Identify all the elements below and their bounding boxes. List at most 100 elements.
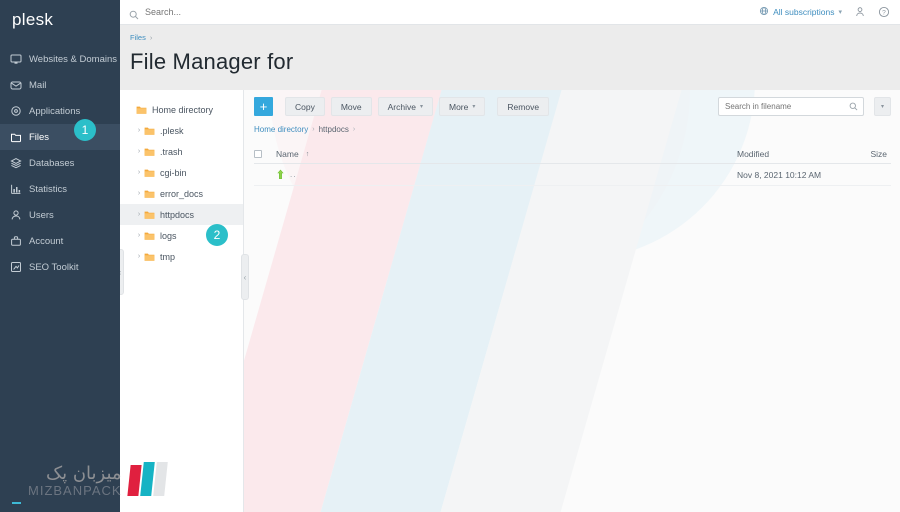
- more-button-label: More: [449, 101, 469, 112]
- tree-expander[interactable]: ›: [134, 232, 144, 239]
- sidebar-item-applications[interactable]: Applications: [0, 98, 120, 124]
- tree-item-label: cgi-bin: [160, 167, 187, 178]
- tree-expander[interactable]: ›: [134, 148, 144, 155]
- path-crumb-home[interactable]: Home directory: [254, 125, 308, 134]
- chevron-down-icon: ▾: [838, 9, 842, 16]
- tree-item-tmp[interactable]: › tmp: [120, 246, 243, 267]
- tree-expander[interactable]: ›: [134, 169, 144, 176]
- remove-button-label: Remove: [507, 101, 540, 112]
- sidebar-item-label: Statistics: [29, 183, 68, 195]
- applications-icon: [10, 105, 22, 117]
- sidebar-item-statistics[interactable]: Statistics: [0, 176, 120, 202]
- sidebar-item-label: Websites & Domains: [29, 53, 117, 65]
- tree-expander[interactable]: ›: [134, 190, 144, 197]
- directory-tree-panel: Home directory › .plesk › .trash › cgi-b…: [120, 90, 244, 512]
- column-header-size[interactable]: Size: [849, 149, 891, 159]
- tree-item-trash[interactable]: › .trash: [120, 141, 243, 162]
- breadcrumb-files-link[interactable]: Files: [130, 33, 146, 42]
- search-input[interactable]: [145, 7, 365, 17]
- tree-item-home-directory[interactable]: Home directory: [120, 99, 243, 120]
- path-breadcrumb: Home directory › httpdocs ›: [254, 125, 891, 134]
- sidebar-item-users[interactable]: Users: [0, 202, 120, 228]
- more-button[interactable]: More ▾: [439, 97, 486, 116]
- user-circle-icon[interactable]: [853, 6, 866, 19]
- sidebar-item-seo-toolkit[interactable]: SEO Toolkit: [0, 254, 120, 280]
- search-options-dropdown[interactable]: ▾: [874, 97, 891, 116]
- file-manager-body: Home directory › .plesk › .trash › cgi-b…: [120, 50, 900, 512]
- folder-icon: [144, 210, 155, 220]
- seo-chart-icon: [10, 261, 22, 273]
- row-name-label: ..: [290, 170, 297, 179]
- globe-icon: [759, 6, 769, 18]
- monitor-icon: [10, 53, 22, 65]
- annotation-badge-1: 1: [74, 119, 96, 141]
- sidebar-item-label: Mail: [29, 79, 47, 91]
- plesk-file-manager-window: plesk Websites & Domains Mail Applicatio…: [0, 0, 900, 512]
- brand-underline: [12, 502, 21, 504]
- tree-item-httpdocs[interactable]: › httpdocs: [120, 204, 243, 225]
- path-separator: ›: [352, 126, 356, 133]
- tree-item-label: error_docs: [160, 188, 204, 199]
- tree-item-label: tmp: [160, 251, 176, 262]
- chevron-down-icon: ▾: [419, 104, 423, 110]
- row-name-cell[interactable]: ..: [276, 169, 737, 180]
- folder-icon: [10, 131, 22, 143]
- column-header-modified[interactable]: Modified: [737, 149, 849, 159]
- sidebar-item-mail[interactable]: Mail: [0, 72, 120, 98]
- search-icon: [849, 98, 858, 116]
- row-modified-cell: Nov 8, 2021 10:12 AM: [737, 169, 822, 180]
- add-new-button[interactable]: +: [254, 97, 273, 116]
- database-icon: [10, 157, 22, 169]
- sidebar-item-label: SEO Toolkit: [29, 261, 79, 273]
- filename-search[interactable]: [718, 97, 864, 116]
- tree-item-cgi-bin[interactable]: › cgi-bin: [120, 162, 243, 183]
- archive-button-label: Archive: [387, 101, 416, 112]
- sort-ascending-icon: ↑: [305, 150, 310, 158]
- global-search[interactable]: [129, 7, 759, 20]
- column-header-name[interactable]: Name ↑: [276, 149, 737, 159]
- svg-text:?: ?: [882, 10, 886, 17]
- sidebar-item-websites-domains[interactable]: Websites & Domains: [0, 46, 120, 72]
- sidebar-item-label: Applications: [29, 105, 81, 117]
- subscriptions-selector[interactable]: All subscriptions ▾: [759, 6, 842, 18]
- move-button[interactable]: Move: [330, 97, 372, 116]
- up-level-arrow-icon: [276, 169, 285, 180]
- select-all-cell: [254, 150, 276, 158]
- search-icon: [129, 7, 139, 20]
- question-circle-icon[interactable]: ?: [877, 6, 890, 19]
- tree-expander[interactable]: ›: [134, 127, 144, 134]
- tree-expander[interactable]: ›: [134, 253, 144, 260]
- table-row[interactable]: .. Nov 8, 2021 10:12 AM: [254, 164, 891, 186]
- tree-collapse-handle[interactable]: ‹: [241, 254, 249, 300]
- breadcrumb-separator: ›: [149, 33, 153, 42]
- file-toolbar: + Copy Move Archive ▾ More ▾ Remove Sear…: [254, 97, 891, 116]
- briefcase-icon: [10, 235, 22, 247]
- tree-item-label: .trash: [160, 146, 183, 157]
- top-bar-right: All subscriptions ▾ ?: [759, 6, 890, 19]
- brand-name: plesk: [12, 10, 54, 29]
- copy-button[interactable]: Copy: [285, 97, 325, 116]
- sidebar-item-files[interactable]: Files: [0, 124, 120, 150]
- archive-button[interactable]: Archive ▾: [377, 97, 433, 116]
- tree-item-label: .plesk: [160, 125, 184, 136]
- filename-search-input[interactable]: [725, 102, 849, 111]
- sidebar-item-databases[interactable]: Databases: [0, 150, 120, 176]
- file-list-panel: + Copy Move Archive ▾ More ▾ Remove Sear…: [244, 90, 900, 512]
- sidebar-nav: Websites & Domains Mail Applications Fil…: [0, 46, 120, 280]
- sidebar-collapse-handle[interactable]: ‹: [120, 249, 124, 295]
- path-crumb-current[interactable]: httpdocs: [319, 125, 349, 134]
- chevron-down-icon: ▾: [472, 104, 476, 110]
- page-header: Files › File Manager for: [120, 25, 900, 90]
- select-all-checkbox[interactable]: [254, 150, 262, 158]
- tree-item-error-docs[interactable]: › error_docs: [120, 183, 243, 204]
- tree-expander[interactable]: ›: [134, 211, 144, 218]
- main-sidebar: plesk Websites & Domains Mail Applicatio…: [0, 0, 120, 512]
- folder-icon: [136, 105, 147, 115]
- remove-button[interactable]: Remove: [497, 97, 550, 116]
- user-icon: [10, 209, 22, 221]
- plesk-logo[interactable]: plesk: [0, 0, 120, 504]
- sidebar-item-account[interactable]: Account: [0, 228, 120, 254]
- column-header-name-label: Name: [276, 149, 299, 159]
- tree-item-plesk[interactable]: › .plesk: [120, 120, 243, 141]
- sidebar-item-label: Files: [29, 131, 50, 143]
